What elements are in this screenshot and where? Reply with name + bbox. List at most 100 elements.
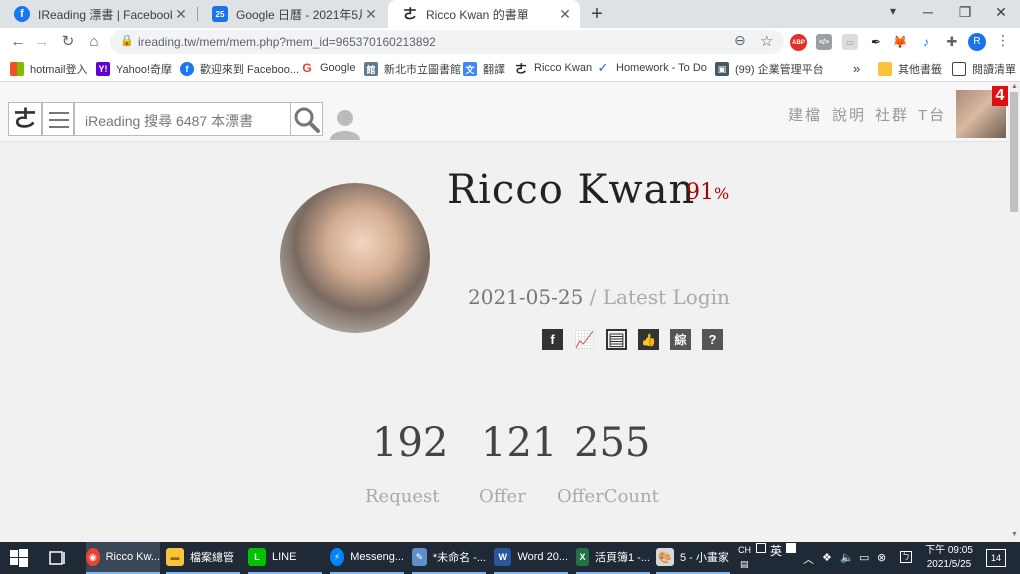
bookmark-label: (99) 企業管理平台 (735, 64, 824, 76)
notification-badge: 4 (992, 86, 1008, 106)
ime-fullwidth-icon[interactable] (786, 543, 796, 553)
nav-create[interactable]: 建檔 (788, 104, 822, 125)
bookmarks-overflow-button[interactable]: » (853, 61, 860, 76)
task-view-button[interactable] (48, 542, 66, 574)
login-label: / Latest Login (583, 285, 730, 309)
tray-overflow-icon[interactable]: ︿ (803, 551, 814, 567)
bookmark-library[interactable]: 館 新北市立圖書館 (364, 61, 461, 77)
screen-icon[interactable]: ▭ (842, 34, 858, 50)
bookmark-homework[interactable]: ✓ Homework - To Do (596, 60, 707, 75)
nav-community[interactable]: 社群 (875, 104, 909, 125)
taskbar-chrome[interactable]: ◉ Ricco Kw... (86, 542, 160, 574)
tab-search-icon[interactable]: ▾ (883, 4, 903, 18)
ime-indicator[interactable]: CH (738, 545, 751, 555)
search-icon (294, 107, 320, 133)
lock-icon: 🔒 (120, 35, 134, 47)
bookmark-ricco-kwan[interactable]: ㄜ Ricco Kwan (514, 61, 593, 76)
close-tab-icon[interactable]: ✕ (556, 6, 574, 23)
windows-start-icon (10, 549, 28, 567)
profile-avatar[interactable]: R (968, 33, 986, 51)
bookmark-yahoo[interactable]: Y! Yahoo!奇摩 (96, 61, 172, 77)
taskbar-label: *未命名 -... (432, 552, 486, 564)
clock-date: 2021/5/25 (926, 559, 972, 570)
word-icon: W (494, 548, 512, 566)
search-input[interactable]: iReading 搜尋 6487 本漂書 (74, 102, 291, 136)
scroll-thumb[interactable] (1010, 92, 1018, 212)
bookmark-translate[interactable]: 文 翻譯 (463, 61, 505, 77)
minimize-button[interactable]: ─ (918, 4, 938, 20)
nav-help[interactable]: 說明 (832, 104, 866, 125)
bookmark-google[interactable]: G Google (300, 61, 355, 75)
google-icon: G (300, 61, 314, 75)
display-icon[interactable]: ▭ (859, 551, 869, 564)
speaker-icon[interactable]: ♪ (918, 34, 934, 50)
volume-icon[interactable]: 🔈 (840, 551, 854, 564)
scroll-up-icon[interactable]: ▲ (1011, 83, 1018, 90)
start-button[interactable] (10, 542, 28, 574)
blocked-icon[interactable]: ⊗ (877, 551, 886, 564)
last-login: 2021-05-25 / Latest Login (468, 285, 730, 309)
search-button[interactable] (291, 102, 323, 136)
facebook-square-icon[interactable]: f (542, 329, 563, 350)
page-content: ㄜ iReading 搜尋 6487 本漂書 建檔 說明 社群 T台 4 Ric… (0, 82, 1008, 542)
close-tab-icon[interactable]: ✕ (172, 6, 190, 23)
help-icon[interactable]: ? (702, 329, 723, 350)
tab-ricco-kwan[interactable]: ㄜ Ricco Kwan 的書單 ✕ (388, 0, 580, 28)
page-scrollbar[interactable]: ▲ ▼ (1008, 82, 1020, 542)
back-button[interactable]: ← (8, 32, 28, 52)
bookmark-label: 其他書籤 (898, 64, 942, 76)
close-tab-icon[interactable]: ✕ (362, 6, 380, 23)
tab-title: Ricco Kwan 的書單 (426, 7, 529, 22)
tab-facebook[interactable]: f IReading 漂書 | Facebook ✕ (0, 0, 196, 28)
bookmark-enterprise[interactable]: ▣ (99) 企業管理平台 (715, 61, 824, 77)
nav-t-stage[interactable]: T台 (918, 104, 946, 125)
bookmark-label: Ricco Kwan (534, 62, 593, 74)
ink-icon[interactable]: ✒ (868, 34, 884, 50)
folder-icon (878, 62, 892, 76)
metamask-icon[interactable]: 🦊 (892, 34, 908, 50)
bookmark-facebook[interactable]: f 歡迎來到 Faceboo... (180, 61, 299, 77)
ime-language[interactable]: 英 (770, 542, 782, 559)
bookmark-star-icon[interactable]: ☆ (760, 32, 773, 50)
address-bar[interactable]: 🔒 ireading.tw/mem/mem.php?mem_id=9653701… (110, 30, 784, 54)
notification-center-icon[interactable]: 14 (986, 549, 1006, 567)
reload-button[interactable]: ↻ (58, 32, 78, 52)
tab-title: IReading 漂書 | Facebook (38, 7, 172, 22)
code-icon[interactable]: </> (816, 34, 832, 50)
tab-google-calendar[interactable]: 25 Google 日曆 - 2021年5月24日至 ✕ (198, 0, 386, 28)
thumbs-up-icon[interactable]: 👍 (638, 329, 659, 350)
book-icon[interactable]: ▤ (606, 329, 627, 350)
stat-request-value: 192 (372, 420, 449, 466)
more-menu-icon[interactable]: ⋮ (996, 32, 1010, 49)
user-icon[interactable] (328, 106, 362, 140)
close-window-button[interactable]: ✕ (991, 4, 1011, 21)
hamburger-menu-icon[interactable] (42, 102, 74, 136)
chart-icon[interactable]: 📈 (574, 329, 595, 350)
paint-icon: 🎨 (656, 548, 674, 566)
site-logo[interactable]: ㄜ (8, 102, 42, 136)
taskbar-messenger[interactable]: ⚡ Messeng... (330, 542, 404, 574)
reading-list[interactable]: 閱讀清單 (952, 61, 1016, 77)
new-tab-button[interactable]: + (586, 3, 608, 26)
ime-mode-icon[interactable] (756, 543, 766, 553)
dropbox-icon[interactable]: ❖ (822, 551, 832, 564)
bookmark-hotmail[interactable]: hotmail登入 (10, 61, 87, 77)
home-button[interactable]: ⌂ (84, 32, 104, 52)
taskbar-line[interactable]: L LINE (248, 542, 322, 574)
taskbar-notepad[interactable]: ✎ *未命名 -... (412, 542, 486, 574)
input-method-icon[interactable]: ㄅ (900, 551, 912, 563)
taskbar-explorer[interactable]: ▬ 檔案總管 (166, 542, 240, 574)
taskbar-word[interactable]: W Word 20... (494, 542, 568, 574)
taskbar-paint[interactable]: 🎨 5 - 小畫家 (656, 542, 730, 574)
forward-button[interactable]: → (32, 32, 52, 52)
bookmark-other[interactable]: 其他書籤 (878, 61, 942, 77)
taskbar-excel[interactable]: X 活頁簿1 -... (576, 542, 650, 574)
scroll-down-icon[interactable]: ▼ (1011, 531, 1018, 538)
system-clock[interactable]: 下午 09:05 2021/5/25 (924, 544, 974, 572)
badge-icon[interactable]: 綜 (670, 329, 691, 350)
zoom-icon[interactable]: ⊖ (734, 32, 746, 49)
ime-pad-icon[interactable]: ▤ (740, 559, 749, 570)
abp-icon[interactable]: ABP (790, 34, 807, 51)
restore-button[interactable]: ❐ (955, 4, 975, 21)
puzzle-icon[interactable]: ✚ (944, 34, 960, 50)
